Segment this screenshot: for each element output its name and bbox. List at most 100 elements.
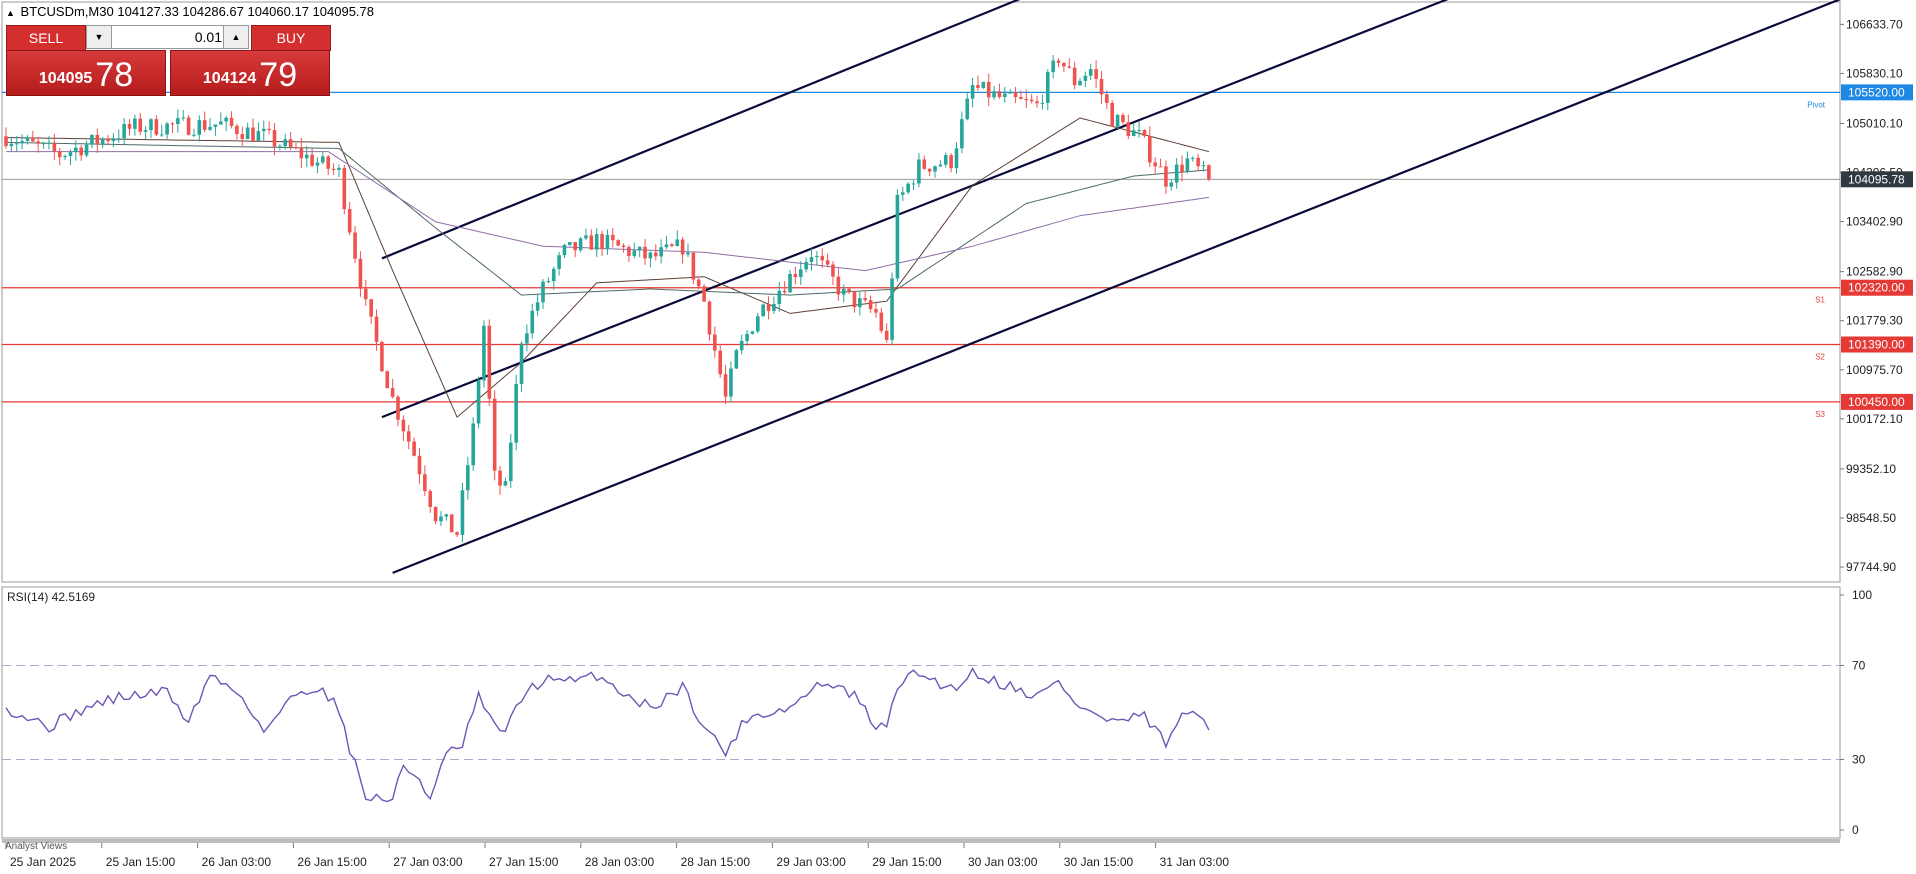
candle-body [890, 278, 894, 340]
candle-body [600, 234, 604, 250]
rsi-tick-label: 0 [1852, 823, 1859, 837]
candle-body [611, 234, 615, 241]
candle-body [986, 81, 991, 98]
candle-body [143, 130, 148, 132]
chart-frame [1, 1, 1841, 843]
candle-body [1062, 62, 1066, 67]
candle-body [970, 85, 975, 99]
candle-body [965, 98, 970, 120]
analyst-views-tab[interactable]: Analyst Views [5, 841, 67, 852]
candle-body [1013, 91, 1018, 98]
candle-body [417, 455, 422, 475]
level-price-text-s2: 101390.00 [1848, 338, 1905, 352]
price-chart[interactable]: Pivot S1 S2 S3 106633.70 105830.10 105010.10 1… [0, 0, 1916, 874]
candle-body [1148, 135, 1152, 163]
candle-body [390, 388, 395, 397]
triangle-icon[interactable]: ▲ [6, 8, 15, 18]
candle-body [675, 239, 680, 246]
candle-body [530, 310, 535, 334]
candle-body [884, 330, 889, 340]
candle-body [1207, 165, 1211, 180]
candle-body [750, 331, 755, 334]
candle-body [1083, 75, 1088, 81]
candle-body [557, 255, 561, 269]
buy-button[interactable]: BUY [251, 25, 331, 51]
time-tick-label: 30 Jan 03:00 [968, 855, 1038, 869]
candle-body [949, 155, 953, 169]
chart-title: ▲ BTCUSDm,M30 104127.33 104286.67 104060… [6, 4, 374, 19]
candle-body [573, 242, 578, 251]
candle-body [1174, 164, 1179, 183]
candle-body [804, 261, 808, 270]
candle-body [992, 91, 996, 98]
candle-body [181, 117, 186, 119]
candle-body [455, 532, 459, 535]
candle-body [79, 147, 83, 156]
sell-button[interactable]: SELL [6, 25, 86, 51]
level-price-text-pivot: 105520.00 [1848, 85, 1905, 99]
candle-body [154, 119, 159, 135]
time-tick-label: 26 Jan 15:00 [297, 855, 367, 869]
current-price-text: 104095.78 [1848, 172, 1905, 186]
candle-body [766, 304, 771, 311]
candle-body [358, 258, 363, 289]
candle-body [57, 151, 62, 158]
candle-body [621, 245, 626, 248]
time-tick-label: 25 Jan 15:00 [106, 855, 176, 869]
candle-body [976, 85, 980, 88]
candle-body [798, 269, 803, 278]
candle-body [315, 162, 320, 166]
candle-body [858, 298, 862, 308]
candle-body [917, 159, 921, 184]
candle-body [310, 154, 314, 166]
price-tick-label: 105830.10 [1846, 66, 1903, 80]
candle-body [836, 276, 841, 295]
candle-body [25, 137, 30, 141]
rsi-tick-label: 30 [1852, 753, 1866, 767]
lot-increase-icon[interactable]: ▲ [223, 26, 248, 48]
candle-body [874, 309, 878, 313]
candle-body [449, 514, 454, 533]
price-tick-label: 105010.10 [1846, 116, 1903, 130]
time-tick-label: 26 Jan 03:00 [202, 855, 272, 869]
buy-price-pips: 79 [259, 56, 298, 94]
candle-body [868, 300, 873, 310]
candle-body [820, 255, 825, 261]
candle-body [1115, 115, 1120, 127]
candle-body [176, 118, 180, 125]
buy-price-button[interactable]: 104124 79 [170, 50, 330, 96]
candle-body [739, 340, 744, 351]
candle-body [1196, 157, 1200, 167]
candle-body [385, 371, 390, 389]
candle-body [342, 167, 347, 210]
lot-decrease-icon[interactable]: ▼ [87, 26, 112, 48]
sell-price-button[interactable]: 104095 78 [6, 50, 166, 96]
trend-channel[interactable] [381, 0, 1864, 574]
candle-body [756, 316, 760, 332]
candle-body [729, 368, 733, 397]
candle-body [482, 325, 486, 381]
candle-body [922, 159, 927, 169]
candlesticks [4, 55, 1211, 543]
candle-body [186, 117, 191, 135]
lot-size-input[interactable]: ▼ 0.01 ▲ [86, 25, 249, 49]
candle-body [428, 491, 433, 507]
candle-body [288, 139, 293, 148]
candle-body [696, 279, 701, 287]
candle-body [412, 441, 416, 456]
candle-body [632, 250, 637, 256]
candle-body [401, 419, 406, 432]
candle-body [36, 141, 41, 144]
candle-body [68, 152, 73, 156]
candle-body [159, 134, 164, 136]
candle-body [261, 128, 266, 132]
candle-body [374, 316, 379, 342]
candle-body [251, 127, 255, 141]
candle-body [283, 139, 288, 147]
candle-body [1045, 72, 1050, 103]
candle-body [14, 143, 19, 145]
candle-body [1035, 101, 1039, 104]
candle-body [423, 474, 427, 492]
candle-body [1131, 130, 1136, 137]
lot-size-value[interactable]: 0.01 [113, 29, 222, 45]
